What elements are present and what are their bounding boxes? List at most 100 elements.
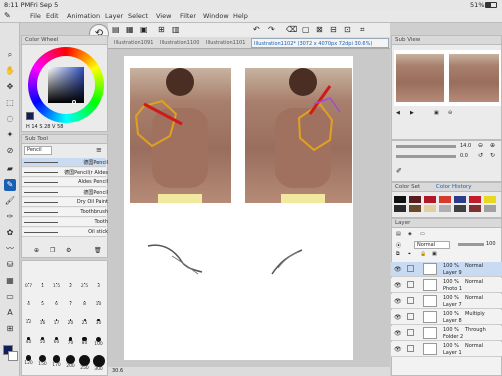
layer-lock-checkbox[interactable]	[407, 313, 414, 320]
canvas-zoom-value[interactable]: 30.6	[112, 368, 123, 374]
color-swatch[interactable]	[409, 205, 421, 212]
tab-document[interactable]: Illustration1091	[112, 38, 157, 48]
undo-icon[interactable]: ↶	[253, 25, 260, 34]
new-folder-icon[interactable]: ▭	[420, 231, 425, 237]
adjust-icon[interactable]: ▥	[172, 25, 180, 34]
settings-icon[interactable]: ⚙	[66, 247, 71, 254]
rotate-right-icon[interactable]: ↻	[490, 152, 495, 159]
layer-row[interactable]: 👁 100 % Normal Photo 1	[391, 278, 502, 293]
color-swatch[interactable]	[394, 205, 406, 212]
brush-size-cell[interactable]: 8	[78, 301, 91, 314]
decoration-icon[interactable]: ✿	[4, 227, 16, 239]
gradient-icon[interactable]: ▦	[4, 275, 16, 287]
color-swatch[interactable]	[394, 196, 406, 203]
brush-size-cell[interactable]: 0.7	[22, 283, 35, 296]
color-swatch[interactable]	[484, 196, 496, 203]
eyedropper-icon[interactable]: ⊘	[4, 145, 16, 157]
brush-size-cell[interactable]: 70	[64, 337, 77, 350]
brush-size-cell[interactable]: 7	[64, 301, 77, 314]
color-swatch[interactable]	[454, 196, 466, 203]
color-swatch[interactable]	[409, 196, 421, 203]
brush-size-cell[interactable]: 50	[36, 337, 49, 350]
sub-tool-item[interactable]: Aldes Pencil	[22, 178, 108, 187]
sub-view-next-icon[interactable]: ▶	[410, 110, 414, 116]
color-swatch[interactable]	[424, 205, 436, 212]
eye-icon[interactable]: 👁	[394, 314, 402, 321]
color-swatch[interactable]	[484, 205, 496, 212]
layer-row[interactable]: 👁 100 % Normal Layer 1	[391, 342, 502, 357]
rotate-left-icon[interactable]: ↺	[478, 152, 483, 159]
magic-wand-icon[interactable]: ✦	[4, 129, 16, 141]
color-set-tab[interactable]: Color Set	[395, 184, 420, 190]
menu-animation[interactable]: Animation	[67, 12, 100, 20]
tab-document[interactable]: Illustration1100	[158, 38, 203, 48]
brush-size-cell[interactable]: 10	[92, 301, 105, 314]
brush-size-cell[interactable]: 17	[50, 319, 63, 332]
blend-icon[interactable]: 〰	[4, 243, 16, 255]
deselect-icon[interactable]: ⊠	[316, 25, 323, 34]
pencil-icon[interactable]: ✎	[4, 179, 16, 191]
snap-icon[interactable]: ⌗	[360, 25, 365, 35]
menu-filter[interactable]: Filter	[180, 12, 196, 20]
brush-size-cell[interactable]: 120	[22, 355, 35, 368]
sub-tool-group-tab[interactable]: Pencil	[24, 146, 52, 155]
delete-sub-tool-icon[interactable]: 🗑	[94, 247, 102, 254]
new-vector-layer-icon[interactable]: ◈	[408, 231, 412, 237]
brush-size-cell[interactable]: 1	[36, 283, 49, 296]
layer-lock-checkbox[interactable]	[407, 329, 414, 336]
lock-icon[interactable]: 🔒	[420, 251, 426, 257]
add-sub-tool-icon[interactable]: ⊕	[34, 247, 39, 254]
menu-file[interactable]: File	[30, 12, 41, 20]
sub-tool-menu-icon[interactable]: ≡	[96, 146, 102, 154]
zoom-icon[interactable]: ⌕	[4, 49, 16, 61]
tab-document-active[interactable]: Illustration1102* (3072 x 4070px 72dpi 3…	[251, 38, 389, 48]
eye-icon[interactable]: 👁	[394, 266, 402, 273]
color-swatch[interactable]	[424, 196, 436, 203]
brush-size-cell[interactable]: 80	[78, 337, 91, 350]
brush-size-cell[interactable]: 6	[50, 301, 63, 314]
sub-color-swatch[interactable]	[8, 351, 18, 361]
lasso-icon[interactable]: ◌	[4, 113, 16, 125]
sub-tool-item[interactable]: Dry Oil Paint	[22, 198, 108, 207]
layer-row[interactable]: 👁 100 % Normal Layer 7	[391, 294, 502, 309]
fill-icon[interactable]: ▢	[302, 25, 310, 34]
save-icon[interactable]: ▣	[140, 25, 148, 34]
zoom-in-icon[interactable]: ⊕	[490, 142, 495, 149]
clip-icon[interactable]: ⧉	[396, 251, 400, 257]
blend-mode-select[interactable]: Normal	[414, 241, 450, 249]
fill-bucket-icon[interactable]: ⛁	[4, 259, 16, 271]
menu-edit[interactable]: Edit	[46, 12, 59, 20]
canvas-paper[interactable]	[124, 56, 353, 360]
opacity-slider[interactable]	[458, 243, 484, 246]
sub-view-import-icon[interactable]: ▣	[434, 110, 439, 116]
zoom-value[interactable]: 14.0	[460, 143, 471, 149]
brush-size-cell[interactable]: 2	[64, 283, 77, 296]
open-icon[interactable]: ▦	[126, 25, 134, 34]
color-swatch[interactable]	[454, 205, 466, 212]
current-color-chip[interactable]	[26, 112, 34, 120]
brush-icon[interactable]: 🖌	[4, 195, 16, 207]
menu-layer[interactable]: Layer	[105, 12, 123, 20]
brush-size-cell[interactable]: 150	[36, 355, 49, 368]
brush-size-cell[interactable]: 3	[92, 283, 105, 296]
sub-view-preview[interactable]	[394, 50, 501, 106]
hue-ring[interactable]	[28, 47, 104, 123]
sub-view-clear-icon[interactable]: ⊖	[448, 110, 452, 116]
zoom-slider[interactable]	[396, 145, 456, 148]
brush-size-cell[interactable]: 300	[92, 355, 105, 372]
menu-view[interactable]: View	[156, 12, 171, 20]
brush-size-cell[interactable]: 20	[64, 319, 77, 332]
text-icon[interactable]: A	[4, 307, 16, 319]
zoom-out-icon[interactable]: ⊖	[478, 142, 483, 149]
brush-size-cell[interactable]: 25	[78, 319, 91, 332]
menu-help[interactable]: Help	[233, 12, 248, 20]
brush-size-cell[interactable]: 30	[92, 319, 105, 332]
airbrush-icon[interactable]: ✑	[4, 211, 16, 223]
brush-size-cell[interactable]: 12	[22, 319, 35, 332]
brush-size-cell[interactable]: 250	[78, 355, 91, 371]
eye-icon[interactable]: 👁	[394, 346, 402, 353]
move-icon[interactable]: ✥	[4, 81, 16, 93]
brush-size-cell[interactable]: 100	[92, 337, 105, 350]
color-swatch[interactable]	[439, 196, 451, 203]
rotation-value[interactable]: 0.0	[460, 153, 468, 159]
